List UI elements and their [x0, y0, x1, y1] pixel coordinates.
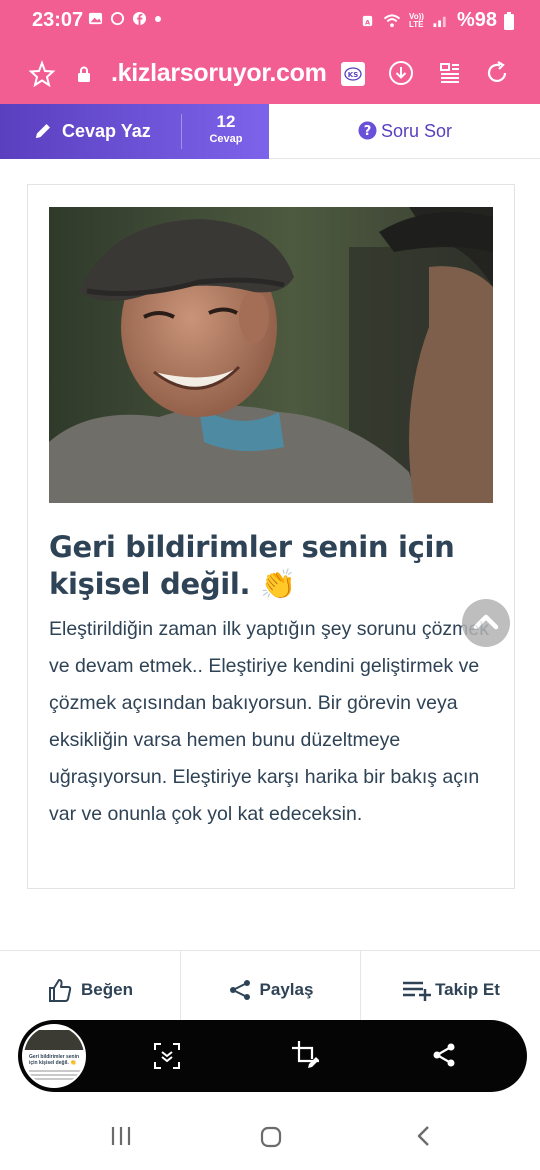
crop-edit-icon[interactable]: [290, 1039, 322, 1071]
write-answer-button[interactable]: Cevap Yaz 12 Cevap: [0, 104, 269, 159]
sync-icon: [110, 11, 125, 26]
question-action-bar: Cevap Yaz 12 Cevap ? Soru Sor: [0, 104, 540, 159]
gallery-icon: [88, 12, 103, 25]
ask-question-label: Soru Sor: [381, 121, 453, 141]
result-title: Geri bildirimler senin için kişisel deği…: [49, 530, 455, 601]
follow-label: Takip Et: [435, 980, 500, 999]
question-circle-icon: ?: [358, 121, 377, 140]
write-answer-label: Cevap Yaz: [62, 121, 151, 141]
bottom-action-bar: Beğen Paylaş Takip Et: [0, 950, 540, 1029]
url-field[interactable]: .kizlarsoruyor.com: [111, 59, 327, 88]
site-badge-icon[interactable]: KS: [341, 62, 365, 86]
recent-apps-icon[interactable]: [110, 1125, 132, 1147]
svg-text:KS: KS: [348, 71, 358, 79]
browser-toolbar: .kizlarsoruyor.com KS: [0, 40, 540, 104]
thumbnail-text-line: [29, 1074, 81, 1076]
status-bar: 23:07 A Vo)) LTE %98: [0, 0, 540, 40]
answer-count: 12: [216, 112, 236, 131]
thumbnail-photo: [24, 1030, 84, 1050]
wifi-icon: [383, 14, 401, 28]
status-notification-icons: [88, 11, 162, 26]
bookmark-star-icon[interactable]: [28, 60, 56, 88]
screenshot-thumbnail[interactable]: Geri bildirimler senin için kişisel deği…: [22, 1024, 86, 1088]
share-screenshot-icon[interactable]: [430, 1041, 458, 1069]
scroll-to-top-button[interactable]: [462, 599, 510, 647]
ks-logo-icon: KS: [344, 67, 362, 81]
result-photo: [49, 207, 493, 503]
share-button[interactable]: Paylaş: [181, 951, 360, 1029]
answer-count-label: Cevap: [209, 133, 243, 145]
signal-icon: [433, 16, 446, 28]
result-card: Geri bildirimler senin için kişisel deği…: [27, 184, 515, 889]
thumbs-up-icon: [49, 979, 72, 1002]
dot-icon: [155, 15, 161, 22]
thumbnail-text-line: [29, 1078, 81, 1080]
like-button[interactable]: Beğen: [0, 951, 180, 1029]
reload-icon[interactable]: [484, 60, 510, 86]
reader-mode-icon[interactable]: [438, 61, 462, 85]
share-label: Paylaş: [259, 980, 314, 999]
home-icon[interactable]: [259, 1125, 283, 1149]
facebook-icon: [132, 11, 147, 26]
download-icon[interactable]: [388, 60, 414, 86]
scroll-capture-icon[interactable]: [152, 1041, 182, 1071]
status-time: 23:07: [32, 9, 84, 31]
svg-text:?: ?: [364, 124, 372, 139]
thumbnail-caption: Geri bildirimler senin için kişisel deği…: [29, 1054, 80, 1066]
lock-icon: [78, 66, 90, 82]
alarm-icon: A: [362, 15, 373, 26]
like-label: Beğen: [81, 980, 133, 999]
chevron-up-icon: [473, 614, 499, 630]
ask-question-button[interactable]: ? Soru Sor: [269, 104, 540, 159]
share-icon: [229, 980, 250, 1000]
thumbnail-text-line: [29, 1070, 81, 1072]
screenshot-toolbar: Geri bildirimler senin için kişisel deği…: [18, 1020, 527, 1092]
pencil-icon: [36, 124, 50, 138]
battery-icon: [504, 11, 514, 30]
answer-divider: [181, 114, 182, 149]
back-icon[interactable]: [414, 1125, 434, 1147]
battery-level: %98: [456, 9, 497, 31]
playlist-add-icon: [403, 981, 432, 1001]
result-description: Eleştirildiğin zaman ilk yaptığın şey so…: [49, 618, 490, 825]
volte-icon: Vo)) LTE: [408, 11, 424, 29]
system-navigation-bar: [0, 1100, 540, 1170]
follow-button[interactable]: Takip Et: [361, 951, 540, 1029]
status-system-icons: A Vo)) LTE %98: [360, 9, 514, 32]
smiling-man-photo: [49, 207, 493, 503]
